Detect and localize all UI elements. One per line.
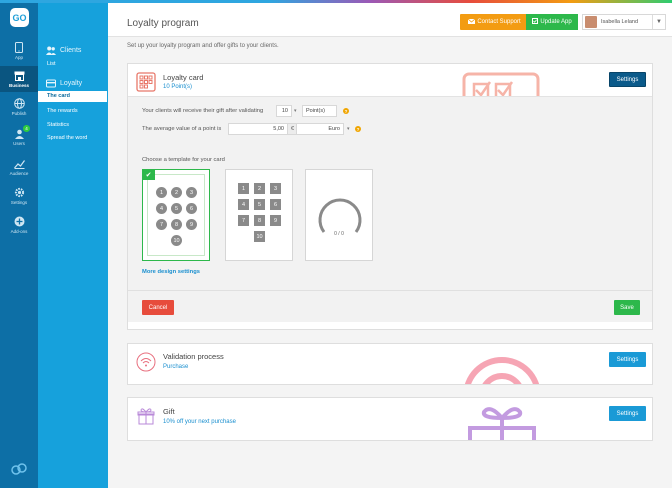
wifi-icon (136, 352, 156, 372)
currency-select[interactable]: Euro (296, 123, 344, 135)
validation-sub[interactable]: Purchase (163, 364, 188, 370)
loyalty-card-panel: Loyalty card 10 Point(s) Settings Your c… (127, 63, 653, 330)
template-label: Choose a template for your card (142, 157, 225, 163)
stamp-8: 8 (254, 215, 265, 226)
validation-settings-button[interactable]: Settings (609, 352, 646, 367)
validation-title: Validation process (163, 352, 224, 361)
stamp-5: 5 (171, 203, 182, 214)
rail-item-add-ons[interactable]: Add-ons (0, 212, 38, 238)
gift-settings-button[interactable]: Settings (609, 406, 646, 421)
stamp-1: 1 (156, 187, 167, 198)
stamp-2: 2 (171, 187, 182, 198)
template-option-circles[interactable]: ✔ 1 2 3 4 5 6 7 8 9 10 (142, 169, 210, 261)
top-color-bar (0, 0, 672, 3)
progress-text: 0 / 0 (334, 231, 344, 237)
chevron-down-icon[interactable]: ▾ (347, 126, 350, 132)
validation-illustration-icon (464, 357, 540, 384)
stamp-5: 5 (254, 199, 265, 210)
rail-item-app[interactable]: App (0, 38, 38, 64)
gift-panel: Gift 10% off your next purchase Settings (127, 397, 653, 441)
save-button[interactable]: Save (614, 300, 640, 315)
rail-item-users[interactable]: 4 Users (0, 124, 38, 150)
template-option-squares[interactable]: 1 2 3 4 5 6 7 8 9 10 (225, 169, 293, 261)
rail-item-settings[interactable]: Settings (0, 183, 38, 209)
stamp-7: 7 (238, 215, 249, 226)
globe-icon (13, 98, 25, 109)
gear-icon (14, 187, 25, 198)
gift-sub[interactable]: 10% off your next purchase (163, 419, 236, 425)
points-unit-select[interactable]: Point(s) (302, 105, 337, 117)
stamp-2: 2 (254, 183, 265, 194)
stamp-9: 9 (186, 219, 197, 230)
sub-sidebar: Clients List Loyalty The card The reward… (38, 0, 108, 488)
loyalty-settings-button[interactable]: Settings (609, 72, 646, 87)
point-value-label: The average value of a point is (142, 126, 222, 132)
rail-item-business[interactable]: Business (0, 66, 38, 92)
more-design-settings-link[interactable]: More design settings (142, 269, 200, 275)
user-name: Isabella Leland (601, 19, 639, 25)
stamp-8: 8 (171, 219, 182, 230)
point-value-input[interactable]: 5,00 (228, 123, 288, 135)
stamp-6: 6 (270, 199, 281, 210)
points-count-input[interactable]: 10 (276, 105, 292, 117)
gift-illustration-icon (468, 407, 536, 440)
subnav-spread-the-word[interactable]: Spread the word (38, 133, 108, 144)
stamp-3: 3 (270, 183, 281, 194)
plus-icon (14, 216, 25, 227)
clients-icon (46, 46, 56, 55)
contact-support-button[interactable]: Contact Support (460, 14, 529, 30)
envelope-icon (468, 18, 476, 26)
stamp-10: 10 (171, 235, 182, 246)
stamp-9: 9 (270, 215, 281, 226)
loyalty-card-icon (136, 72, 156, 92)
gift-threshold-label: Your clients will receive their gift aft… (142, 108, 264, 114)
help-icon[interactable]: ? (355, 126, 361, 132)
stamp-6: 6 (186, 203, 197, 214)
icon-rail: GO App Business Publish 4 Users Audience (0, 0, 38, 488)
stamp-4: 4 (238, 199, 249, 210)
loyalty-card-title: Loyalty card (163, 73, 204, 82)
help-icon[interactable]: ? (343, 108, 349, 114)
loyalty-icon (46, 79, 56, 88)
store-icon (14, 70, 25, 81)
subnav-clients-list[interactable]: List (38, 59, 108, 70)
template-option-progress[interactable]: 0 / 0 (305, 169, 373, 261)
phone-icon (14, 42, 25, 53)
gift-icon (136, 406, 156, 426)
subnav-the-card[interactable]: The card (38, 91, 107, 102)
subnav-loyalty-head[interactable]: Loyalty (46, 79, 82, 88)
stamp-1: 1 (238, 183, 249, 194)
avatar (585, 16, 597, 28)
update-icon (532, 18, 539, 26)
gift-title: Gift (163, 407, 175, 416)
checkmark-icon: ✔ (142, 169, 155, 180)
template-preview: 1 2 3 4 5 6 7 8 9 10 (147, 174, 205, 256)
loyalty-card-points[interactable]: 10 Point(s) (163, 84, 192, 90)
cancel-button[interactable]: Cancel (142, 300, 174, 315)
stamp-7: 7 (156, 219, 167, 230)
subnav-the-rewards[interactable]: The rewards (38, 106, 108, 117)
subnav-clients-head[interactable]: Clients (46, 46, 81, 55)
validation-process-panel: Validation process Purchase Settings (127, 343, 653, 385)
top-header: Loyalty program Contact Support Update A… (108, 3, 672, 37)
loyalty-card-editor: Your clients will receive their gift aft… (128, 96, 652, 322)
app-logo-icon[interactable]: GO (10, 8, 29, 27)
rail-item-audience[interactable]: Audience (0, 154, 38, 180)
chevron-down-icon[interactable]: ▼ (652, 15, 665, 29)
brand-mark-icon (11, 462, 27, 478)
chart-icon (13, 158, 25, 169)
stamp-10: 10 (254, 231, 265, 242)
chevron-down-icon[interactable]: ▾ (294, 108, 297, 114)
users-count-badge: 4 (23, 125, 30, 132)
rail-item-publish[interactable]: Publish (0, 94, 38, 120)
divider (128, 290, 652, 291)
update-app-button[interactable]: Update App (526, 14, 578, 30)
page-subtitle: Set up your loyalty program and offer gi… (127, 43, 279, 49)
subnav-statistics[interactable]: Statistics (38, 120, 108, 131)
page-title: Loyalty program (127, 18, 199, 29)
stamp-4: 4 (156, 203, 167, 214)
stamp-3: 3 (186, 187, 197, 198)
user-menu[interactable]: Isabella Leland ▼ (582, 14, 666, 30)
